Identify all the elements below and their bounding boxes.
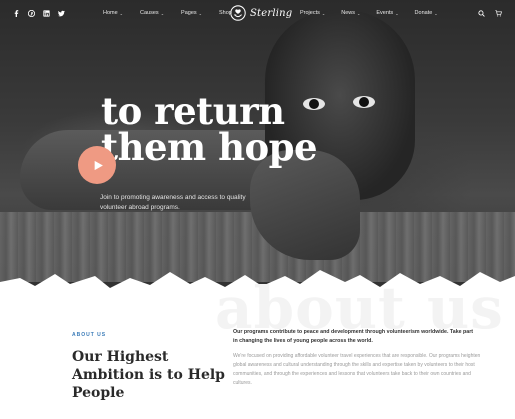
menu-label: Events <box>376 10 394 16</box>
menu-item-news[interactable]: News ⌄ <box>341 10 360 16</box>
facebook-icon[interactable] <box>13 10 20 17</box>
chevron-down-icon: ⌄ <box>357 10 361 16</box>
top-navigation: Home ⌄ Causes ⌄ Pages ⌄ Shop ⌄ Sterling Proj… <box>0 0 515 30</box>
menu-label: Home <box>103 10 118 16</box>
search-icon[interactable] <box>478 10 485 17</box>
pinterest-icon[interactable] <box>28 10 35 17</box>
menu-label: Causes <box>140 10 159 16</box>
logo-text: Sterling <box>250 7 293 19</box>
chevron-down-icon: ⌄ <box>119 10 124 16</box>
menu-item-home[interactable]: Home ⌄ <box>103 10 123 16</box>
chevron-down-icon: ⌄ <box>434 10 438 16</box>
primary-menu-left: Home ⌄ Causes ⌄ Pages ⌄ Shop ⌄ <box>103 10 237 16</box>
hero-headline-line2: them hope <box>101 125 318 169</box>
play-video-button[interactable] <box>78 146 116 184</box>
menu-item-donate[interactable]: Donate ⌄ <box>415 10 438 16</box>
nav-utility-icons <box>478 10 502 17</box>
twitter-icon[interactable] <box>58 10 65 17</box>
hero-subtext: Join to promoting awareness and access t… <box>100 194 246 211</box>
primary-menu-right: Projects ⌄ News ⌄ Events ⌄ Donate ⌄ <box>300 10 438 16</box>
menu-item-events[interactable]: Events ⌄ <box>376 10 398 16</box>
chevron-down-icon: ⌄ <box>198 10 203 16</box>
linkedin-icon[interactable] <box>43 10 50 17</box>
site-logo[interactable]: Sterling <box>230 5 292 21</box>
chevron-down-icon: ⌄ <box>160 10 165 16</box>
chevron-down-icon: ⌄ <box>395 10 399 16</box>
menu-label: Pages <box>181 10 197 16</box>
hero-headline: to return them hope <box>101 89 318 169</box>
menu-item-causes[interactable]: Causes ⌄ <box>140 10 164 16</box>
hero-eye-right <box>353 96 375 108</box>
play-icon <box>94 160 103 170</box>
chevron-down-icon: ⌄ <box>321 10 326 16</box>
logo-hand-heart-icon <box>230 5 246 21</box>
about-title: Our Highest Ambition is to Help People <box>72 349 225 401</box>
about-lead-paragraph: Our programs contribute to peace and dev… <box>233 329 474 344</box>
menu-item-pages[interactable]: Pages ⌄ <box>181 10 202 16</box>
about-eyebrow: ABOUT US <box>72 332 107 338</box>
hero-headline-line1: to return <box>101 89 285 133</box>
menu-label: Projects <box>300 10 320 16</box>
cart-icon[interactable] <box>495 10 502 17</box>
menu-item-projects[interactable]: Projects ⌄ <box>300 10 325 16</box>
about-body-paragraph: We're focused on providing affordable vo… <box>233 353 481 386</box>
menu-label: News <box>341 10 355 16</box>
menu-label: Donate <box>414 10 433 16</box>
social-links <box>13 10 65 17</box>
